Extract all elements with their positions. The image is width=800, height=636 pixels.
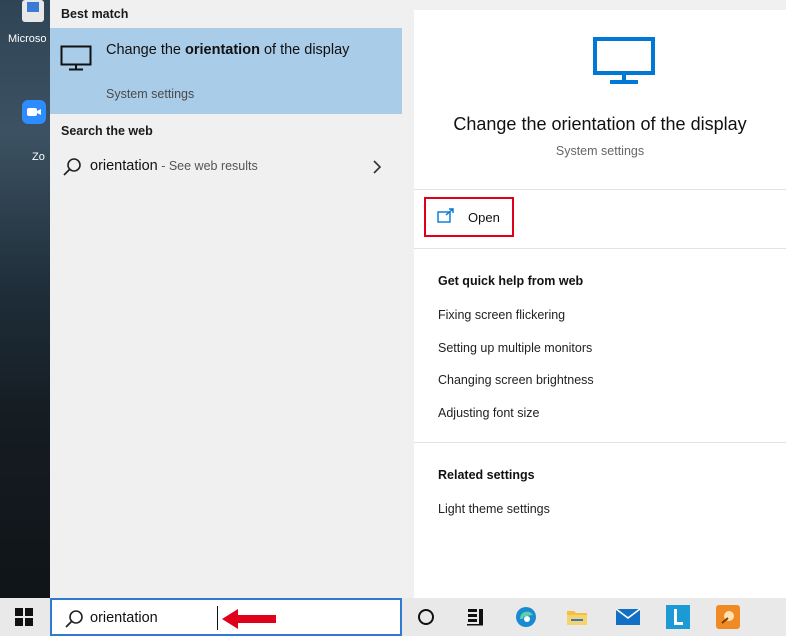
cortana-icon[interactable] bbox=[414, 605, 438, 629]
search-web-header: Search the web bbox=[61, 124, 153, 138]
quick-help-header: Get quick help from web bbox=[438, 274, 584, 288]
related-settings-header: Related settings bbox=[438, 468, 535, 482]
related-settings-link[interactable]: Light theme settings bbox=[438, 502, 550, 516]
monitor-icon bbox=[60, 45, 92, 76]
search-icon bbox=[62, 157, 82, 182]
best-match-title: Change the orientation of the display bbox=[106, 42, 350, 58]
web-search-result[interactable]: orientation - See web results bbox=[50, 150, 402, 184]
chevron-right-icon[interactable] bbox=[372, 159, 382, 180]
taskbar: orientation bbox=[0, 598, 786, 636]
best-match-header: Best match bbox=[61, 7, 129, 21]
mail-icon[interactable] bbox=[615, 605, 641, 629]
monitor-icon bbox=[592, 36, 656, 91]
open-button-label: Open bbox=[468, 210, 500, 225]
desktop-icon-label: Zo bbox=[32, 151, 45, 163]
preview-title: Change the orientation of the display bbox=[453, 114, 747, 134]
file-explorer-icon[interactable] bbox=[565, 605, 589, 629]
divider bbox=[414, 248, 786, 249]
red-arrow-annotation bbox=[222, 608, 278, 635]
search-results-panel: Best match Change the orientation of the… bbox=[50, 0, 402, 598]
search-input[interactable]: orientation bbox=[90, 610, 158, 626]
preview-subtitle: System settings bbox=[555, 144, 645, 158]
text-caret bbox=[217, 606, 218, 630]
open-button[interactable]: Open bbox=[424, 197, 514, 237]
task-view-icon[interactable] bbox=[464, 605, 488, 629]
orange-app-icon[interactable] bbox=[716, 605, 740, 629]
search-icon bbox=[64, 609, 84, 634]
quick-help-link[interactable]: Adjusting font size bbox=[438, 406, 539, 420]
preview-card: Change the orientation of the display Sy… bbox=[414, 10, 786, 598]
windows-start-icon[interactable] bbox=[15, 608, 33, 631]
quick-help-link[interactable]: Setting up multiple monitors bbox=[438, 341, 592, 355]
quick-help-link[interactable]: Fixing screen flickering bbox=[438, 308, 565, 322]
desktop-icon-label: Microso bbox=[8, 33, 47, 45]
taskbar-search-box[interactable]: orientation bbox=[50, 598, 402, 636]
quick-help-link[interactable]: Changing screen brightness bbox=[438, 373, 594, 387]
best-match-result[interactable]: Change the orientation of the display Sy… bbox=[50, 28, 402, 114]
open-icon bbox=[437, 208, 455, 229]
divider bbox=[414, 442, 786, 443]
web-result-text: orientation - See web results bbox=[90, 158, 258, 174]
best-match-subtitle: System settings bbox=[106, 87, 195, 101]
preview-panel: Change the orientation of the display Sy… bbox=[402, 0, 786, 598]
divider bbox=[414, 189, 786, 190]
desktop-app-icon[interactable] bbox=[22, 0, 44, 22]
desktop-background: Microso Zo bbox=[0, 0, 50, 598]
zoom-icon[interactable] bbox=[22, 100, 46, 124]
l-app-icon[interactable] bbox=[666, 605, 690, 629]
edge-icon[interactable] bbox=[514, 605, 538, 629]
